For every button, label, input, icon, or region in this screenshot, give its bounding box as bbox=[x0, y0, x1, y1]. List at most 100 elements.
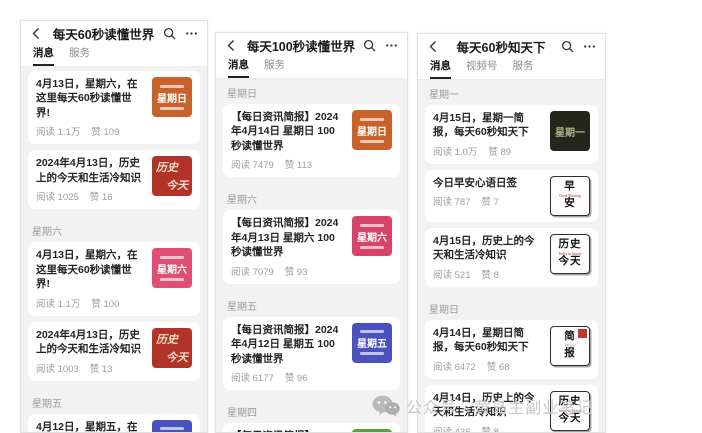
like-count: 赞 100 bbox=[91, 296, 119, 310]
article-item[interactable]: 【每日资讯简报】2024年4月11日 星期四 100秒读懂世界阅读 8664赞 … bbox=[223, 423, 400, 433]
article-item[interactable]: 4月14日，历史上的今天和生活冷知识阅读 436赞 8历史Today in hi… bbox=[425, 385, 598, 433]
article-title: 今日早安心语日签 bbox=[433, 176, 542, 190]
article-thumbnail: 历史今天 bbox=[152, 156, 192, 196]
tab-bar: 消息服务 bbox=[21, 45, 207, 67]
article-item[interactable]: 4月15日，星期一简报，每天60秒知天下阅读 1.0万赞 89星期一 bbox=[425, 105, 598, 164]
article-item[interactable]: 【每日资讯简报】2024年4月13日 星期六 100秒读懂世界阅读 7079赞 … bbox=[223, 210, 400, 283]
tab-other[interactable]: 服务 bbox=[69, 45, 90, 66]
read-count: 阅读 1.0万 bbox=[433, 144, 477, 158]
search-icon[interactable] bbox=[163, 27, 176, 40]
article-item[interactable]: 4月13日，星期六，在这里每天60秒读懂世界! 阅读 1.1万赞 100 星期六 bbox=[28, 242, 200, 315]
read-count: 阅读 1.1万 bbox=[36, 296, 80, 310]
article-item[interactable]: 4月14日，星期日简报，每天60秒知天下阅读 6472赞 68简NEWS报 bbox=[425, 320, 598, 379]
like-count: 赞 16 bbox=[90, 189, 113, 203]
read-count: 阅读 787 bbox=[433, 194, 471, 208]
article-thumbnail: 星期日 bbox=[152, 77, 192, 117]
like-count: 赞 113 bbox=[285, 157, 312, 171]
thumbnail-subtext: NEWS bbox=[565, 344, 575, 349]
thumb-decor-line bbox=[160, 107, 184, 110]
article-thumbnail: 星期六 bbox=[352, 216, 392, 256]
message-list: 星期日【每日资讯简报】2024年4月14日 星期日 100秒读懂世界阅读 747… bbox=[216, 79, 407, 433]
account-panel: 每天60秒知天下消息视频号服务星期一4月15日，星期一简报，每天60秒知天下阅读… bbox=[417, 33, 606, 433]
search-icon[interactable] bbox=[363, 39, 376, 52]
article-title: 2024年4月13日，历史上的今天和生活冷知识 bbox=[36, 328, 144, 357]
account-title: 每天60秒知天下 bbox=[441, 37, 561, 56]
article-meta: 阅读 1025 赞 16 bbox=[36, 189, 144, 203]
article-title: 【每日资讯简报】2024年4月14日 星期日 100秒读懂世界 bbox=[231, 110, 344, 153]
thumb-decor-line bbox=[160, 278, 184, 281]
thumbnail-subtext: Good Morning bbox=[559, 194, 581, 199]
date-group-label: 星期六 bbox=[28, 215, 200, 242]
more-icon[interactable] bbox=[185, 27, 198, 40]
date-group-label: 星期五 bbox=[28, 387, 200, 414]
tab-messages[interactable]: 消息 bbox=[33, 45, 54, 66]
article-item[interactable]: 今日早安心语日签阅读 787赞 7 早Good Morning安 bbox=[425, 170, 598, 222]
more-icon[interactable] bbox=[583, 40, 596, 53]
thumbnail-label: 今天 bbox=[559, 413, 582, 425]
article-item[interactable]: 4月13日，星期六，在这里每天60秒读懂世界!阅读 1.1万赞 109星期日 bbox=[28, 71, 200, 144]
back-icon[interactable] bbox=[30, 27, 44, 40]
thumb-decor-line bbox=[360, 118, 384, 121]
article-thumbnail: 历史Today in history今天 bbox=[550, 391, 590, 431]
article-thumbnail: 星期五 bbox=[152, 420, 192, 433]
thumb-decor-line bbox=[360, 224, 384, 227]
article-title: 4月15日，历史上的今天和生活冷知识 bbox=[433, 234, 542, 263]
thumbnail-label: 星期六 bbox=[357, 229, 387, 244]
article-thumbnail: 星期四 bbox=[352, 429, 392, 433]
tab-other[interactable]: 服务 bbox=[513, 58, 534, 79]
thumbnail-label: 星期五 bbox=[357, 335, 387, 350]
thumbnail-label: 今天 bbox=[166, 349, 188, 365]
thumbnail-label: 早 bbox=[564, 181, 576, 193]
article-thumbnail: 早Good Morning安 bbox=[550, 176, 590, 216]
date-group-label: 星期日 bbox=[425, 293, 598, 320]
back-icon[interactable] bbox=[427, 40, 441, 53]
thumbnail-label: 历史 bbox=[156, 159, 178, 175]
panel-header: 每天60秒读懂世界 bbox=[21, 21, 207, 45]
like-count: 赞 109 bbox=[91, 124, 119, 138]
thumbnail-label: 历史 bbox=[559, 396, 582, 408]
account-title: 每天60秒读懂世界 bbox=[44, 24, 163, 43]
article-item[interactable]: 【每日资讯简报】2024年4月14日 星期日 100秒读懂世界阅读 7479赞 … bbox=[223, 104, 400, 177]
article-item[interactable]: 2024年4月13日，历史上的今天和生活冷知识阅读 1025赞 16历史今天 bbox=[28, 150, 200, 209]
thumbnail-label: 历史 bbox=[156, 331, 178, 347]
thumbnail-label: 安 bbox=[564, 198, 576, 210]
article-item[interactable]: 4月12日，星期五，在这里每天60秒读懂世界!阅读 1.3万赞 120星期五 bbox=[28, 414, 200, 433]
like-count: 赞 93 bbox=[285, 264, 308, 278]
article-item[interactable]: 【每日资讯简报】2024年4月12日 星期五 100秒读懂世界阅读 6177赞 … bbox=[223, 317, 400, 390]
search-icon[interactable] bbox=[561, 40, 574, 53]
message-list: 4月13日，星期六，在这里每天60秒读懂世界! 阅读 1.1万 赞 109 星期日 20… bbox=[21, 67, 207, 433]
thumbnail-label: 历史 bbox=[559, 239, 582, 251]
tab-other[interactable]: 视频号 bbox=[466, 58, 498, 79]
article-meta: 阅读 7079赞 93 bbox=[231, 264, 344, 278]
article-item[interactable]: 2024年4月13日，历史上的今天和生活冷知识阅读 1003赞 13 历史今天 bbox=[28, 322, 200, 381]
thumb-decor-line bbox=[360, 352, 384, 355]
read-count: 阅读 521 bbox=[433, 267, 471, 281]
tab-other[interactable]: 服务 bbox=[264, 57, 285, 78]
thumb-decor-line bbox=[160, 85, 184, 88]
like-count: 赞 8 bbox=[482, 267, 499, 281]
thumbnail-subtext: Today in history bbox=[558, 409, 582, 414]
back-icon[interactable] bbox=[225, 39, 239, 52]
read-count: 阅读 1025 bbox=[36, 189, 79, 203]
article-meta: 阅读 787赞 7 bbox=[433, 194, 542, 208]
article-title: 4月15日，星期一简报，每天60秒知天下 bbox=[433, 111, 542, 140]
thumb-decor-line bbox=[160, 427, 184, 430]
article-meta: 阅读 6177赞 96 bbox=[231, 370, 344, 384]
tab-messages[interactable]: 消息 bbox=[228, 57, 249, 78]
thumbnail-label: 简 bbox=[564, 331, 576, 343]
read-count: 阅读 436 bbox=[433, 424, 471, 433]
article-item[interactable]: 4月15日，历史上的今天和生活冷知识阅读 521 赞 8 历史Today in hi… bbox=[425, 228, 598, 287]
thumbnail-subtext: Today in history bbox=[558, 252, 582, 257]
tab-messages[interactable]: 消息 bbox=[430, 58, 451, 79]
like-count: 赞 96 bbox=[285, 370, 308, 384]
article-thumbnail: 星期六 bbox=[152, 248, 192, 288]
panel-header: 每天100秒读懂世界 bbox=[216, 33, 407, 57]
article-meta: 阅读 1003赞 13 bbox=[36, 361, 144, 375]
more-icon[interactable] bbox=[385, 39, 398, 52]
like-count: 赞 68 bbox=[487, 359, 510, 373]
read-count: 阅读 6472 bbox=[433, 359, 476, 373]
article-meta: 阅读 1.1万赞 100 bbox=[36, 296, 144, 310]
thumbnail-label: 星期六 bbox=[157, 261, 187, 276]
article-thumbnail: 简NEWS报 bbox=[550, 326, 590, 366]
article-title: 4月13日，星期六，在这里每天60秒读懂世界! bbox=[36, 248, 144, 291]
